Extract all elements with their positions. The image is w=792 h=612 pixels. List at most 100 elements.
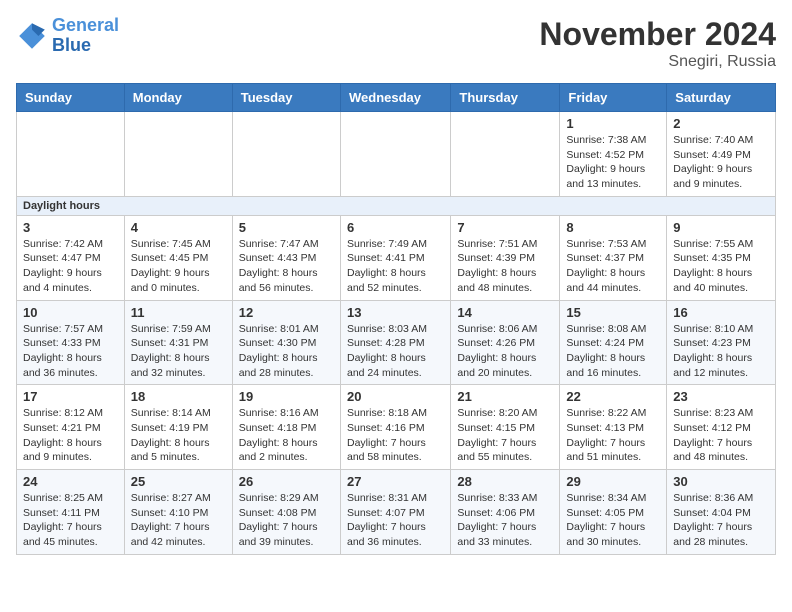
day-number: 8 xyxy=(566,220,660,235)
calendar-cell: 30 Sunrise: 8:36 AM Sunset: 4:04 PM Dayli… xyxy=(667,470,776,555)
day-number: 6 xyxy=(347,220,444,235)
calendar-cell: 14 Sunrise: 8:06 AM Sunset: 4:26 PM Dayli… xyxy=(451,300,560,385)
day-number: 4 xyxy=(131,220,226,235)
calendar-header-wednesday: Wednesday xyxy=(340,84,450,112)
calendar-cell: 13Sunrise: 8:03 AM Sunset: 4:28 PM Dayli… xyxy=(340,300,450,385)
calendar-cell: 8 Sunrise: 7:53 AM Sunset: 4:37 PM Daylig… xyxy=(560,215,667,300)
day-info: Sunrise: 8:36 AM Sunset: 4:04 PM Dayligh… xyxy=(673,491,769,550)
day-number: 15 xyxy=(566,305,660,320)
day-info: Sunrise: 8:27 AM Sunset: 4:10 PM Dayligh… xyxy=(131,491,226,550)
day-info: Sunrise: 8:10 AM Sunset: 4:23 PM Dayligh… xyxy=(673,322,769,381)
day-number: 13 xyxy=(347,305,444,320)
daylight-row: Daylight hours xyxy=(17,196,776,215)
calendar-cell: 19 Sunrise: 8:16 AM Sunset: 4:18 PM Dayli… xyxy=(232,385,340,470)
day-number: 30 xyxy=(673,474,769,489)
day-info: Sunrise: 8:16 AM Sunset: 4:18 PM Dayligh… xyxy=(239,406,334,465)
calendar-cell: 27Sunrise: 8:31 AM Sunset: 4:07 PM Dayli… xyxy=(340,470,450,555)
day-number: 24 xyxy=(23,474,118,489)
day-number: 10 xyxy=(23,305,118,320)
day-number: 20 xyxy=(347,389,444,404)
day-number: 16 xyxy=(673,305,769,320)
calendar-cell: 4Sunrise: 7:45 AM Sunset: 4:45 PM Daylig… xyxy=(124,215,232,300)
calendar-header-friday: Friday xyxy=(560,84,667,112)
calendar-header-sunday: Sunday xyxy=(17,84,125,112)
month-title: November 2024 xyxy=(539,16,776,53)
day-number: 18 xyxy=(131,389,226,404)
calendar-cell: 26 Sunrise: 8:29 AM Sunset: 4:08 PM Dayli… xyxy=(232,470,340,555)
day-info: Sunrise: 7:40 AM Sunset: 4:49 PM Dayligh… xyxy=(673,133,769,192)
day-info: Sunrise: 8:20 AM Sunset: 4:15 PM Dayligh… xyxy=(457,406,553,465)
day-info: Sunrise: 7:51 AM Sunset: 4:39 PM Dayligh… xyxy=(457,237,553,296)
day-info: Sunrise: 8:22 AM Sunset: 4:13 PM Dayligh… xyxy=(566,406,660,465)
logo: General Blue xyxy=(16,16,119,56)
calendar-header-tuesday: Tuesday xyxy=(232,84,340,112)
day-info: Sunrise: 7:49 AM Sunset: 4:41 PM Dayligh… xyxy=(347,237,444,296)
calendar-cell: 9 Sunrise: 7:55 AM Sunset: 4:35 PM Daylig… xyxy=(667,215,776,300)
day-info: Sunrise: 7:53 AM Sunset: 4:37 PM Dayligh… xyxy=(566,237,660,296)
calendar-cell: 23 Sunrise: 8:23 AM Sunset: 4:12 PM Dayli… xyxy=(667,385,776,470)
calendar-cell: 29 Sunrise: 8:34 AM Sunset: 4:05 PM Dayli… xyxy=(560,470,667,555)
day-number: 3 xyxy=(23,220,118,235)
day-number: 1 xyxy=(566,116,660,131)
day-number: 17 xyxy=(23,389,118,404)
day-number: 19 xyxy=(239,389,334,404)
logo-icon xyxy=(16,20,48,52)
daylight-label: Daylight hours xyxy=(23,200,100,212)
calendar-cell: 3 Sunrise: 7:42 AM Sunset: 4:47 PM Daylig… xyxy=(17,215,125,300)
calendar-cell xyxy=(451,112,560,197)
calendar-cell: 16 Sunrise: 8:10 AM Sunset: 4:23 PM Dayli… xyxy=(667,300,776,385)
calendar-cell: 7Sunrise: 7:51 AM Sunset: 4:39 PM Daylig… xyxy=(451,215,560,300)
calendar-week-3: 10 Sunrise: 7:57 AM Sunset: 4:33 PM Dayli… xyxy=(17,300,776,385)
day-info: Sunrise: 8:06 AM Sunset: 4:26 PM Dayligh… xyxy=(457,322,553,381)
day-number: 25 xyxy=(131,474,226,489)
calendar-cell xyxy=(17,112,125,197)
calendar-cell: 10 Sunrise: 7:57 AM Sunset: 4:33 PM Dayli… xyxy=(17,300,125,385)
day-info: Sunrise: 8:12 AM Sunset: 4:21 PM Dayligh… xyxy=(23,406,118,465)
day-number: 26 xyxy=(239,474,334,489)
day-number: 14 xyxy=(457,305,553,320)
day-info: Sunrise: 8:34 AM Sunset: 4:05 PM Dayligh… xyxy=(566,491,660,550)
calendar-cell xyxy=(232,112,340,197)
calendar-cell: 1Sunrise: 7:38 AM Sunset: 4:52 PM Daylig… xyxy=(560,112,667,197)
calendar-header-monday: Monday xyxy=(124,84,232,112)
day-info: Sunrise: 7:59 AM Sunset: 4:31 PM Dayligh… xyxy=(131,322,226,381)
title-area: November 2024 Snegiri, Russia xyxy=(539,16,776,71)
day-info: Sunrise: 8:14 AM Sunset: 4:19 PM Dayligh… xyxy=(131,406,226,465)
day-info: Sunrise: 8:33 AM Sunset: 4:06 PM Dayligh… xyxy=(457,491,553,550)
calendar-cell: 2Sunrise: 7:40 AM Sunset: 4:49 PM Daylig… xyxy=(667,112,776,197)
calendar-cell: 21Sunrise: 8:20 AM Sunset: 4:15 PM Dayli… xyxy=(451,385,560,470)
calendar-cell: 18 Sunrise: 8:14 AM Sunset: 4:19 PM Dayli… xyxy=(124,385,232,470)
calendar-cell: 15 Sunrise: 8:08 AM Sunset: 4:24 PM Dayli… xyxy=(560,300,667,385)
day-number: 27 xyxy=(347,474,444,489)
day-info: Sunrise: 8:08 AM Sunset: 4:24 PM Dayligh… xyxy=(566,322,660,381)
day-number: 12 xyxy=(239,305,334,320)
day-info: Sunrise: 7:55 AM Sunset: 4:35 PM Dayligh… xyxy=(673,237,769,296)
calendar-week-4: 17 Sunrise: 8:12 AM Sunset: 4:21 PM Dayli… xyxy=(17,385,776,470)
calendar-cell xyxy=(124,112,232,197)
calendar-header-row: SundayMondayTuesdayWednesdayThursdayFrid… xyxy=(17,84,776,112)
day-number: 23 xyxy=(673,389,769,404)
calendar-cell: 22 Sunrise: 8:22 AM Sunset: 4:13 PM Dayli… xyxy=(560,385,667,470)
calendar: SundayMondayTuesdayWednesdayThursdayFrid… xyxy=(16,83,776,555)
day-info: Sunrise: 8:23 AM Sunset: 4:12 PM Dayligh… xyxy=(673,406,769,465)
day-info: Sunrise: 8:25 AM Sunset: 4:11 PM Dayligh… xyxy=(23,491,118,550)
header: General Blue November 2024 Snegiri, Russ… xyxy=(16,16,776,71)
day-info: Sunrise: 7:47 AM Sunset: 4:43 PM Dayligh… xyxy=(239,237,334,296)
calendar-cell: 12Sunrise: 8:01 AM Sunset: 4:30 PM Dayli… xyxy=(232,300,340,385)
logo-text: General Blue xyxy=(52,16,119,56)
day-info: Sunrise: 7:42 AM Sunset: 4:47 PM Dayligh… xyxy=(23,237,118,296)
day-number: 29 xyxy=(566,474,660,489)
calendar-cell: 24 Sunrise: 8:25 AM Sunset: 4:11 PM Dayli… xyxy=(17,470,125,555)
day-info: Sunrise: 7:57 AM Sunset: 4:33 PM Dayligh… xyxy=(23,322,118,381)
day-info: Sunrise: 8:29 AM Sunset: 4:08 PM Dayligh… xyxy=(239,491,334,550)
calendar-week-1: 1Sunrise: 7:38 AM Sunset: 4:52 PM Daylig… xyxy=(17,112,776,197)
calendar-cell: 5Sunrise: 7:47 AM Sunset: 4:43 PM Daylig… xyxy=(232,215,340,300)
day-number: 9 xyxy=(673,220,769,235)
calendar-cell xyxy=(340,112,450,197)
calendar-header-thursday: Thursday xyxy=(451,84,560,112)
calendar-cell: 6 Sunrise: 7:49 AM Sunset: 4:41 PM Daylig… xyxy=(340,215,450,300)
day-number: 22 xyxy=(566,389,660,404)
daylight-cell: Daylight hours xyxy=(17,196,776,215)
calendar-week-5: 24 Sunrise: 8:25 AM Sunset: 4:11 PM Dayli… xyxy=(17,470,776,555)
calendar-week-2: 3 Sunrise: 7:42 AM Sunset: 4:47 PM Daylig… xyxy=(17,215,776,300)
